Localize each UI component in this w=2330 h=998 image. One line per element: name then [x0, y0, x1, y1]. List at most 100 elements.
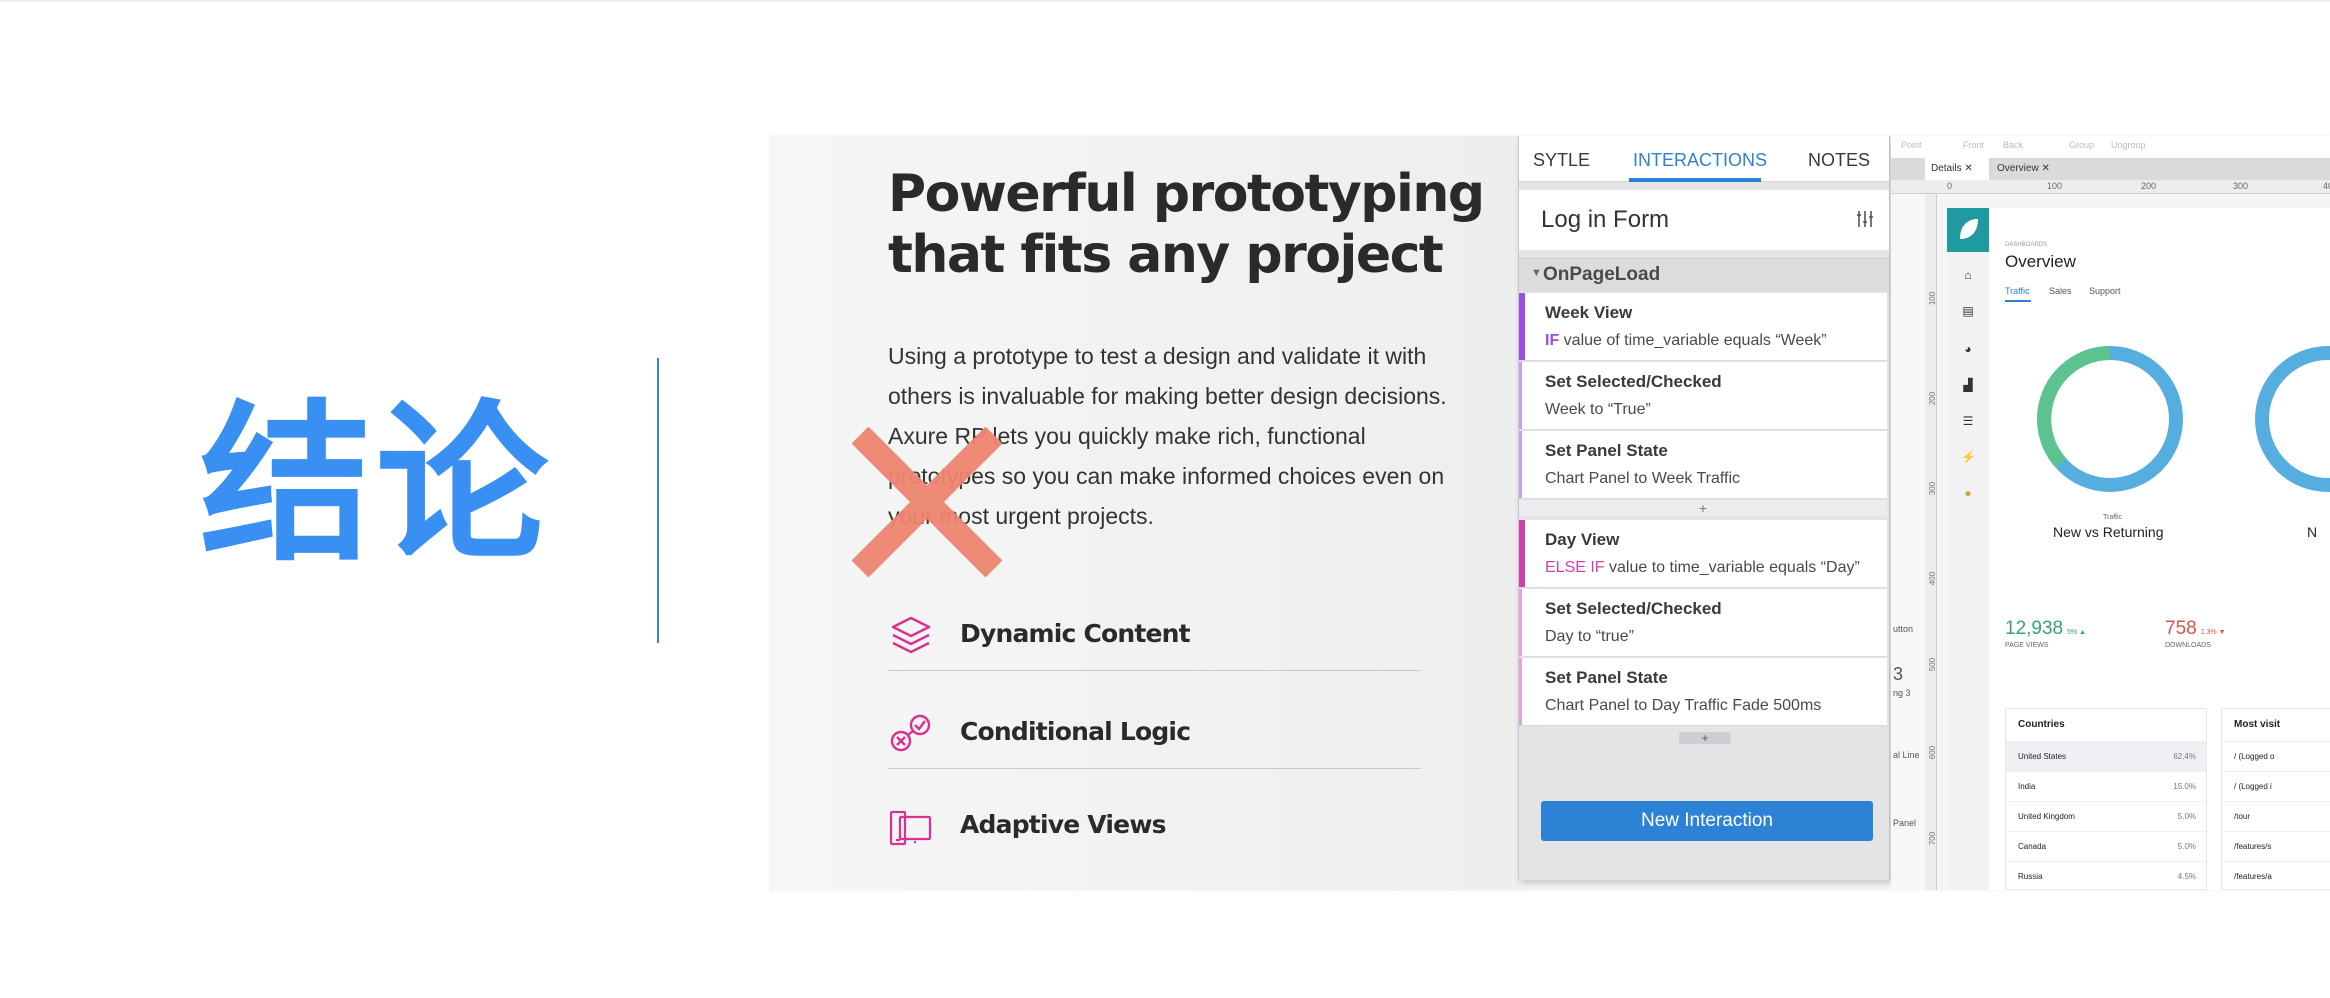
tab-traffic[interactable]: Traffic: [2005, 286, 2030, 296]
dashboard-main: DASHBOARDS Overview Traffic Sales Suppor…: [2005, 208, 2330, 890]
stat-downloads: 758 1.3% ▼ DOWNLOADS: [2165, 618, 2226, 649]
country-pct: 15.0%: [2173, 782, 2196, 791]
case-color-bar: [1519, 589, 1522, 656]
top-border: [0, 0, 2330, 2]
interactions-panel: SYTLE INTERACTIONS NOTES Log in Form ▼ O…: [1518, 136, 1890, 880]
strip-label: al Line: [1893, 750, 1920, 760]
dashboard-caption: DASHBOARDS: [2005, 242, 2048, 248]
table-row[interactable]: United Kingdom 5.0%: [2006, 801, 2206, 831]
page-path: / (Logged i: [2234, 782, 2272, 791]
case-color-bar: [1519, 362, 1522, 429]
ruler-tick: 700: [1928, 831, 1938, 846]
table-row[interactable]: / (Logged o: [2222, 741, 2330, 771]
table-header: Countries: [2018, 719, 2065, 730]
pie-icon[interactable]: ◕: [1961, 342, 1975, 356]
tab-support[interactable]: Support: [2089, 286, 2121, 296]
page-path: /features/s: [2234, 842, 2272, 851]
slide-title: 结论: [200, 384, 552, 585]
condition-keyword: ELSE IF: [1545, 559, 1605, 576]
new-interaction-button[interactable]: New Interaction: [1541, 801, 1873, 841]
toolbar-item[interactable]: Back: [2003, 140, 2023, 150]
case-color-bar: [1519, 520, 1525, 587]
widget-name: Log in Form: [1541, 206, 1670, 233]
toolbar-item[interactable]: Point: [1901, 140, 1922, 150]
action-set-panel-state[interactable]: Set Panel State Chart Panel to Day Traff…: [1519, 658, 1887, 726]
chart-icon[interactable]: ▟: [1961, 378, 1975, 392]
strip-label: 3: [1893, 664, 1904, 684]
horizontal-ruler: 0 100 200 300 400: [1891, 180, 2330, 194]
headline-line-2: that fits any project: [888, 225, 1444, 285]
tab-details[interactable]: Details ✕: [1925, 158, 1989, 180]
toolbar-item[interactable]: Front: [1963, 140, 1984, 150]
action-set-selected[interactable]: Set Selected/Checked Day to “true”: [1519, 589, 1887, 657]
ruler-tick: 600: [1928, 745, 1938, 760]
feature-dynamic-content: Dynamic Content: [888, 601, 1421, 671]
table-row[interactable]: / (Logged i: [2222, 771, 2330, 801]
page-path: /features/a: [2234, 872, 2272, 881]
tab-sales[interactable]: Sales: [2049, 286, 2072, 296]
action-title: Set Selected/Checked: [1545, 599, 1722, 618]
feature-label: Adaptive Views: [960, 810, 1167, 839]
case-condition: ELSE IF value to time_variable equals “D…: [1545, 559, 1860, 577]
case-week-view[interactable]: Week View IF value of time_variable equa…: [1519, 293, 1887, 361]
country-pct: 5.0%: [2177, 842, 2196, 851]
country-name: United Kingdom: [2018, 812, 2075, 821]
country-pct: 4.5%: [2177, 872, 2196, 881]
action-set-selected[interactable]: Set Selected/Checked Week to “True”: [1519, 362, 1887, 430]
vertical-ruler: 100 200 300 400 500 600 700: [1925, 194, 1937, 890]
toolbar-item[interactable]: Group: [2069, 140, 2094, 150]
tab-overview[interactable]: Overview ✕: [1991, 158, 2057, 180]
sliders-icon[interactable]: [1855, 209, 1875, 229]
chart-label: N: [2307, 524, 2318, 540]
tab-label: Overview: [1997, 163, 2039, 174]
case-day-view[interactable]: Day View ELSE IF value to time_variable …: [1519, 520, 1887, 588]
ruler-tick: 300: [1928, 481, 1938, 496]
tab-style[interactable]: SYTLE: [1533, 150, 1590, 171]
toolbar-item[interactable]: Ungroup: [2111, 140, 2146, 150]
feature-conditional-logic: Conditional Logic: [888, 699, 1421, 769]
bolt-icon[interactable]: ⚡: [1961, 450, 1976, 464]
table-row[interactable]: United States 62.4%: [2006, 741, 2206, 771]
home-icon[interactable]: ⌂: [1961, 268, 1975, 282]
tab-interactions[interactable]: INTERACTIONS: [1633, 150, 1767, 171]
add-case-button[interactable]: +: [1679, 732, 1731, 744]
stat-page-views: 12,938 5% ▲ PAGE VIEWS: [2005, 618, 2086, 649]
table-row[interactable]: Russia 4.5%: [2006, 861, 2206, 890]
dashboard-prototype: ⌂ ▤ ◕ ▟ ☰ ⚡ ● DASHBOARDS Overview Traffi…: [1947, 208, 2330, 890]
table-row[interactable]: Canada 5.0%: [2006, 831, 2206, 861]
action-detail: Chart Panel to Day Traffic Fade 500ms: [1545, 697, 1822, 714]
active-tab-indicator: [2005, 300, 2031, 302]
action-detail: Week to “True”: [1545, 401, 1651, 418]
country-name: India: [2018, 782, 2036, 791]
case-color-bar: [1519, 658, 1522, 725]
event-row[interactable]: ▼ OnPageLoad: [1519, 258, 1889, 292]
ruler-tick: 100: [1928, 291, 1938, 306]
feature-label: Dynamic Content: [960, 619, 1191, 648]
action-title: Set Panel State: [1545, 441, 1668, 460]
table-row[interactable]: /features/s: [2222, 831, 2330, 861]
product-screenshot: Powerful prototyping that fits any proje…: [770, 136, 2330, 890]
list-icon[interactable]: ☰: [1961, 414, 1975, 428]
leaf-logo-icon: [1947, 208, 1989, 252]
add-action-button[interactable]: +: [1519, 500, 1887, 516]
table-row[interactable]: /tour: [2222, 801, 2330, 831]
countries-table: Countries United States 62.4% India 15.0% …: [2005, 708, 2207, 890]
strip-label: utton: [1893, 624, 1914, 634]
avatar[interactable]: ●: [1961, 486, 1975, 500]
table-row[interactable]: /features/a: [2222, 861, 2330, 890]
chart-caption: Traffic: [2103, 514, 2123, 521]
feature-divider: [888, 768, 1421, 769]
feature-label: Conditional Logic: [960, 717, 1191, 746]
action-set-panel-state[interactable]: Set Panel State Chart Panel to Week Traf…: [1519, 431, 1887, 499]
action-title: Set Selected/Checked: [1545, 372, 1722, 391]
chart-label: New vs Returning: [2053, 524, 2164, 540]
action-detail: Day to “true”: [1545, 628, 1634, 645]
table-row[interactable]: India 15.0%: [2006, 771, 2206, 801]
country-pct: 5.0%: [2177, 812, 2196, 821]
new-vs-returning-donut: [2037, 346, 2183, 492]
marketing-headline: Powerful prototyping that fits any proje…: [888, 164, 1488, 286]
document-icon[interactable]: ▤: [1961, 304, 1975, 318]
tab-notes[interactable]: NOTES: [1808, 150, 1870, 171]
condition-keyword: IF: [1545, 332, 1560, 349]
case-color-bar: [1519, 293, 1525, 360]
